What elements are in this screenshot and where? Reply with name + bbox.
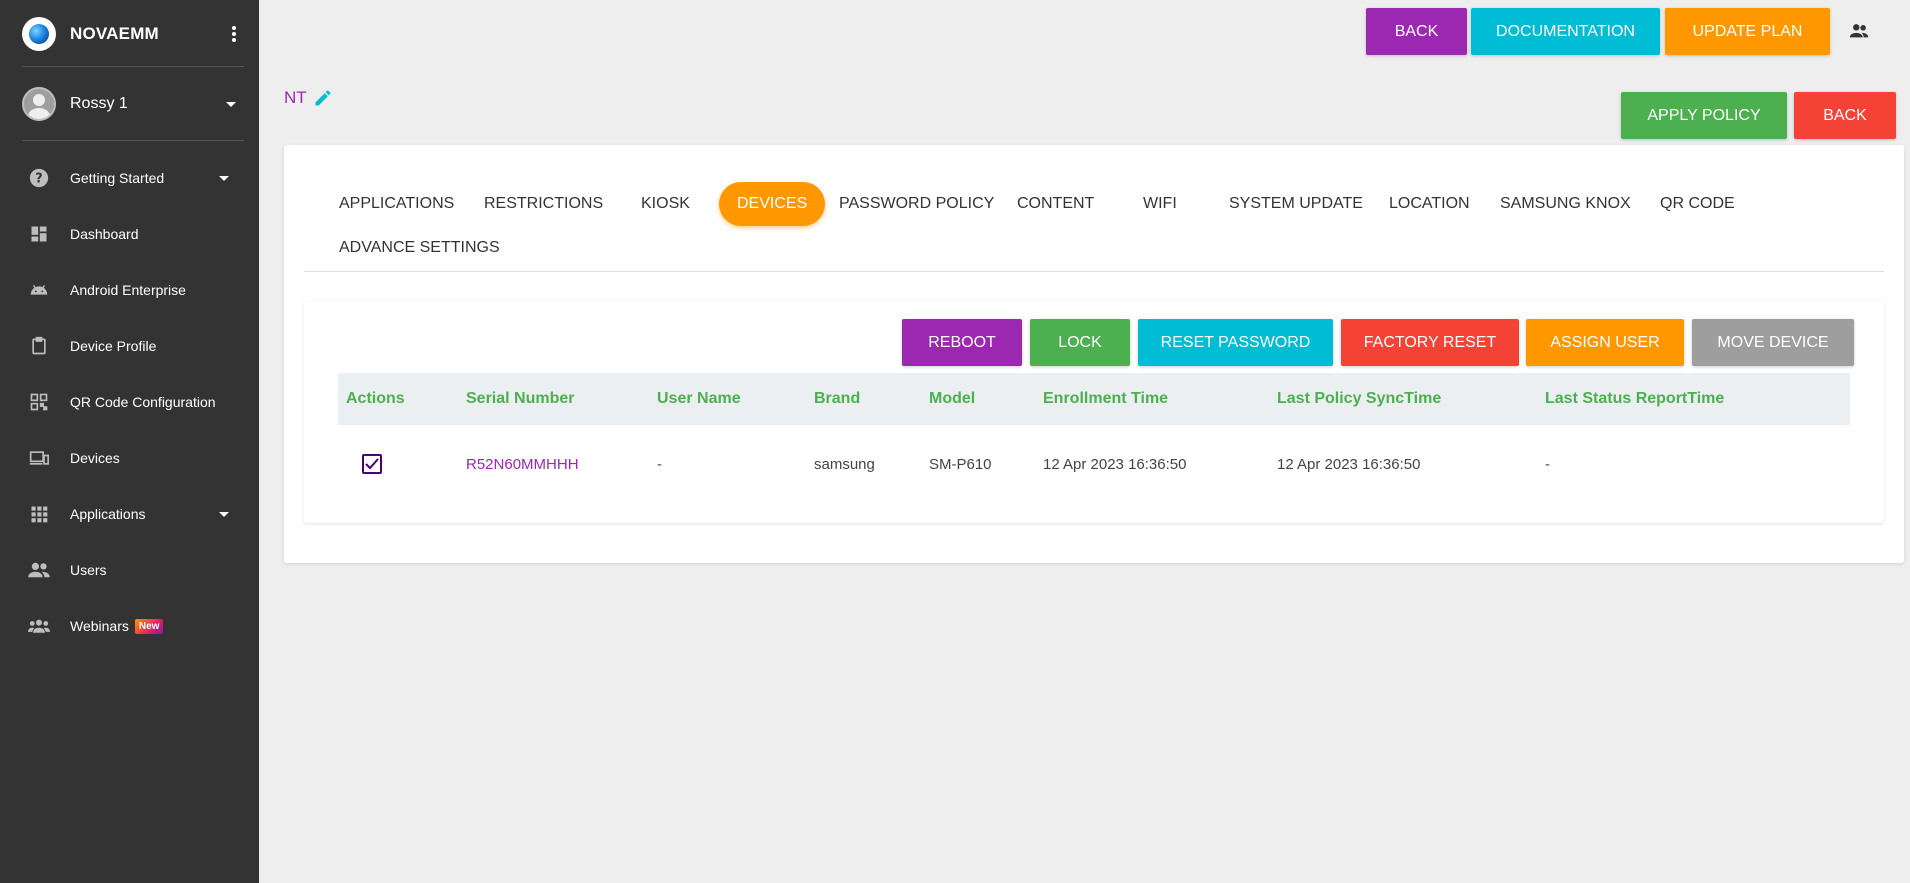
sidebar-item-dashboard[interactable]: Dashboard <box>0 206 259 262</box>
policy-name: NT <box>284 88 333 108</box>
tab-applications[interactable]: APPLICATIONS <box>339 182 454 226</box>
android-icon <box>28 279 50 301</box>
tab-samsung-knox[interactable]: SAMSUNG KNOX <box>1500 182 1631 226</box>
sidebar-nav: ? Getting Started Dashboard Android Ente… <box>0 150 259 654</box>
sidebar-item-label: Dashboard <box>70 226 139 242</box>
sidebar-item-label: Android Enterprise <box>70 282 186 298</box>
clipboard-icon <box>28 335 50 357</box>
check-icon <box>365 458 379 470</box>
brand-name: NOVAEMM <box>70 24 159 43</box>
move-device-button[interactable]: MOVE DEVICE <box>1692 319 1854 366</box>
reset-password-button[interactable]: RESET PASSWORD <box>1138 319 1333 366</box>
devices-icon <box>28 447 50 469</box>
apply-policy-button[interactable]: APPLY POLICY <box>1621 92 1787 139</box>
sidebar-item-android-enterprise[interactable]: Android Enterprise <box>0 262 259 318</box>
row-checkbox[interactable] <box>362 425 382 503</box>
divider <box>22 66 244 67</box>
tab-wifi[interactable]: WIFI <box>1143 182 1177 226</box>
svg-text:?: ? <box>35 172 42 187</box>
tab-location[interactable]: LOCATION <box>1389 182 1470 226</box>
tab-content[interactable]: CONTENT <box>1017 182 1094 226</box>
sidebar-item-label: Users <box>70 562 107 578</box>
user-menu[interactable]: Rossy 1 <box>22 86 244 122</box>
webinars-icon <box>28 615 50 637</box>
tab-kiosk[interactable]: KIOSK <box>641 182 690 226</box>
tab-restrictions[interactable]: RESTRICTIONS <box>484 182 603 226</box>
cell-user-name: - <box>657 455 662 473</box>
sidebar-item-applications[interactable]: Applications <box>0 486 259 542</box>
sidebar-item-webinars[interactable]: Webinars New <box>0 598 259 654</box>
cell-brand: samsung <box>814 455 875 473</box>
column-header-enrollment-time[interactable]: Enrollment Time <box>1043 373 1168 425</box>
cell-enrollment-time: 12 Apr 2023 16:36:50 <box>1043 455 1187 473</box>
cell-model: SM-P610 <box>929 455 992 473</box>
header-back-button[interactable]: BACK <box>1366 8 1467 55</box>
qr-code-icon <box>28 391 50 413</box>
column-header-user-name[interactable]: User Name <box>657 373 741 425</box>
serial-number-link[interactable]: R52N60MMHHH <box>466 425 579 503</box>
new-badge: New <box>134 618 164 634</box>
sidebar-item-label: Devices <box>70 450 120 466</box>
policy-card: APPLICATIONS RESTRICTIONS KIOSK DEVICES … <box>284 145 1904 563</box>
column-header-last-status-report-time[interactable]: Last Status ReportTime <box>1545 373 1724 425</box>
checkbox-checked[interactable] <box>362 454 382 474</box>
devices-panel: REBOOT LOCK RESET PASSWORD FACTORY RESET… <box>304 301 1884 523</box>
edit-icon[interactable] <box>313 88 333 108</box>
reboot-button[interactable]: REBOOT <box>902 319 1022 366</box>
policy-name-text: NT <box>284 88 307 107</box>
user-name: Rossy 1 <box>70 95 128 112</box>
update-plan-button[interactable]: UPDATE PLAN <box>1665 8 1830 55</box>
tab-password-policy[interactable]: PASSWORD POLICY <box>839 182 994 226</box>
more-vert-icon[interactable] <box>232 26 236 42</box>
policy-back-button[interactable]: BACK <box>1794 92 1896 139</box>
tab-system-update[interactable]: SYSTEM UPDATE <box>1229 182 1363 226</box>
tabs-divider <box>304 271 1884 272</box>
divider <box>22 140 244 141</box>
column-header-brand[interactable]: Brand <box>814 373 860 425</box>
sidebar-item-getting-started[interactable]: ? Getting Started <box>0 150 259 206</box>
brand-logo <box>22 17 56 51</box>
column-header-serial-number[interactable]: Serial Number <box>466 373 574 425</box>
documentation-button[interactable]: DOCUMENTATION <box>1471 8 1660 55</box>
chevron-down-icon <box>219 176 229 181</box>
chevron-down-icon <box>219 512 229 517</box>
sidebar-item-label: Device Profile <box>70 338 157 354</box>
chevron-down-icon <box>226 102 236 107</box>
cell-last-status-report-time: - <box>1545 455 1550 473</box>
tab-advance-settings[interactable]: ADVANCE SETTINGS <box>339 226 500 270</box>
devices-table-header: Actions Serial Number User Name Brand Mo… <box>338 373 1850 425</box>
sidebar-item-label: Getting Started <box>70 170 165 186</box>
sidebar-item-qr-code-configuration[interactable]: QR Code Configuration <box>0 374 259 430</box>
sidebar-item-users[interactable]: Users <box>0 542 259 598</box>
assign-user-button[interactable]: ASSIGN USER <box>1526 319 1684 366</box>
tab-devices[interactable]: DEVICES <box>719 182 826 226</box>
cell-last-policy-sync-time: 12 Apr 2023 16:36:50 <box>1277 455 1421 473</box>
factory-reset-button[interactable]: FACTORY RESET <box>1341 319 1519 366</box>
column-header-model[interactable]: Model <box>929 373 975 425</box>
tab-qr-code[interactable]: QR CODE <box>1660 182 1735 226</box>
sidebar: NOVAEMM Rossy 1 ? Getting Started Dashbo… <box>0 0 259 883</box>
dashboard-icon <box>28 223 50 245</box>
avatar <box>22 87 56 121</box>
sidebar-item-label: Webinars <box>70 618 129 634</box>
column-header-last-policy-sync-time[interactable]: Last Policy SyncTime <box>1277 373 1441 425</box>
help-icon: ? <box>28 167 50 189</box>
column-header-actions[interactable]: Actions <box>346 373 405 425</box>
users-icon <box>28 559 50 581</box>
lock-button[interactable]: LOCK <box>1030 319 1130 366</box>
sidebar-item-devices[interactable]: Devices <box>0 430 259 486</box>
brand[interactable]: NOVAEMM <box>22 14 244 54</box>
sidebar-item-device-profile[interactable]: Device Profile <box>0 318 259 374</box>
sidebar-item-label: QR Code Configuration <box>70 394 216 410</box>
apps-grid-icon <box>28 503 50 525</box>
sidebar-item-label: Applications <box>70 506 146 522</box>
account-icon[interactable] <box>1848 20 1870 42</box>
